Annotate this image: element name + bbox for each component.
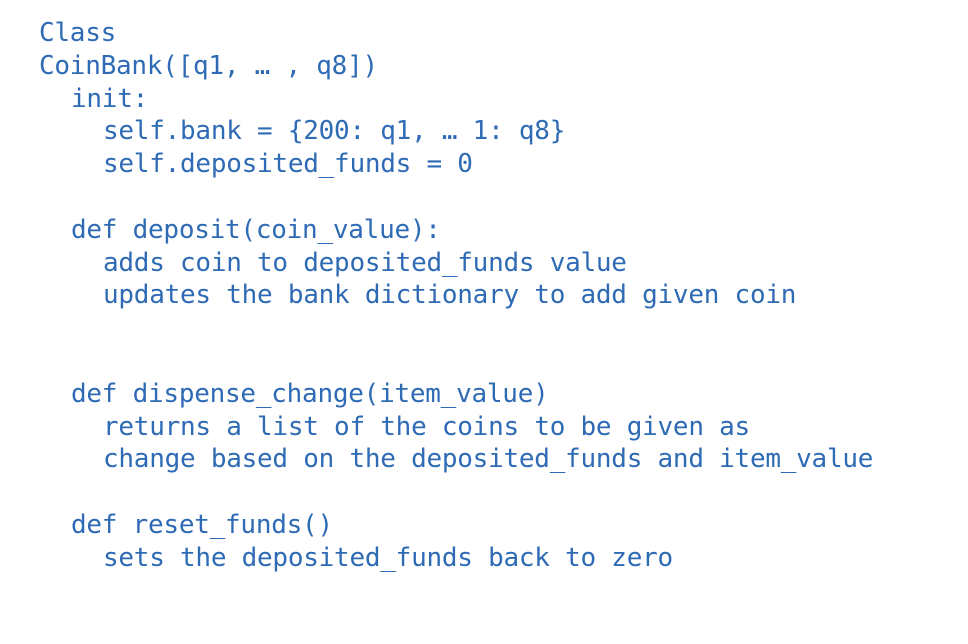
deposited-funds-assignment-line: self.deposited_funds = 0 xyxy=(103,149,473,180)
dispense-change-desc-line-2: change based on the deposited_funds and … xyxy=(103,444,874,475)
dispense-change-desc-line-1: returns a list of the coins to be given … xyxy=(103,411,750,442)
pseudocode-block: Class CoinBank([q1, … , q8]) init: self.… xyxy=(39,17,954,575)
bank-assignment-line: self.bank = {200: q1, … 1: q8} xyxy=(103,116,566,147)
init-line: init: xyxy=(71,83,149,114)
reset-funds-def-line: def reset_funds() xyxy=(71,509,333,540)
reset-funds-desc-line: sets the deposited_funds back to zero xyxy=(103,542,673,573)
class-keyword-line: Class xyxy=(39,18,117,48)
dispense-change-def-line: def dispense_change(item_value) xyxy=(71,378,549,409)
class-signature-line: CoinBank([q1, … , q8]) xyxy=(39,50,378,81)
deposit-def-line: def deposit(coin_value): xyxy=(71,214,441,245)
deposit-desc-line-2: updates the bank dictionary to add given… xyxy=(103,280,797,311)
deposit-desc-line-1: adds coin to deposited_funds value xyxy=(103,247,627,278)
